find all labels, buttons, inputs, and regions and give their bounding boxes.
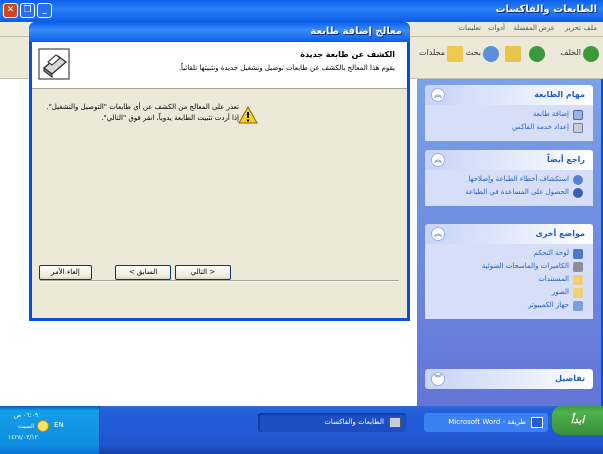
up-folder-icon[interactable] bbox=[505, 46, 521, 62]
panel-title: تفاصيل bbox=[555, 374, 585, 383]
panel-other-places: مواضع أخرى ︽ لوحة التحكم الكاميرات والما… bbox=[425, 224, 593, 319]
minimize-button[interactable]: _ bbox=[37, 3, 52, 18]
wizard-message: تعذر على المعالج من الكشف عن أي طابعات "… bbox=[46, 103, 239, 122]
button-separator bbox=[40, 280, 399, 282]
menu-tools[interactable]: أدوات bbox=[488, 24, 505, 32]
word-icon bbox=[531, 417, 543, 428]
start-button[interactable]: ابدأ bbox=[552, 406, 603, 435]
panel-printer-tasks-header[interactable]: مهام الطابعة ︽ bbox=[425, 85, 593, 105]
wizard-header: الكشف عن طابعة جديدة يقوم هذا المعالج با… bbox=[32, 42, 407, 89]
folder-icon bbox=[573, 275, 583, 285]
panel-body: إضافة طابعة إعداد خدمة الفاكس bbox=[425, 105, 593, 141]
explorer-title: الطابعات والفاكسات bbox=[495, 4, 597, 15]
panel-printer-tasks: مهام الطابعة ︽ إضافة طابعة إعداد خدمة ال… bbox=[425, 85, 593, 141]
pictures-folder-icon bbox=[573, 288, 583, 298]
clock-day[interactable]: السبت bbox=[18, 423, 35, 430]
camera-icon bbox=[573, 262, 583, 272]
taskbar-item-word[interactable]: طريقة - Microsoft Word bbox=[424, 413, 548, 432]
menu-help[interactable]: تعليمات bbox=[458, 24, 481, 32]
back-button-label[interactable]: الخلف bbox=[560, 48, 581, 57]
warning-icon bbox=[238, 106, 258, 124]
panel-see-also-header[interactable]: راجع أيضاً ︽ bbox=[425, 150, 593, 170]
panel-title: مهام الطابعة bbox=[534, 90, 585, 99]
link-label: إضافة طابعة bbox=[532, 110, 569, 118]
taskbar: ٠٦:٠٩ ص السبت ١٤٢٨/٠٣/١٢ EN الطابعات وال… bbox=[0, 406, 603, 454]
panel-body: لوحة التحكم الكاميرات والماسحات الضوئية … bbox=[425, 244, 593, 319]
back-button[interactable]: < السابق bbox=[115, 265, 171, 280]
link-label: جهاز الكمبيوتر bbox=[528, 301, 569, 309]
fax-icon bbox=[573, 123, 583, 133]
explorer-title-bar[interactable]: الطابعات والفاكسات ✕ ❐ _ bbox=[0, 0, 603, 22]
link-label: الصور bbox=[551, 288, 569, 296]
close-button[interactable]: ✕ bbox=[3, 3, 18, 18]
menu-file[interactable]: ملف bbox=[584, 24, 597, 32]
collapse-chevron-icon[interactable]: ︽ bbox=[431, 227, 445, 241]
clock-date[interactable]: ١٤٢٨/٠٣/١٢ bbox=[8, 434, 38, 441]
panel-other-places-header[interactable]: مواضع أخرى ︽ bbox=[425, 224, 593, 244]
panel-title: مواضع أخرى bbox=[535, 229, 585, 238]
task-pane: مهام الطابعة ︽ إضافة طابعة إعداد خدمة ال… bbox=[417, 79, 601, 406]
maximize-button[interactable]: ❐ bbox=[20, 3, 35, 18]
search-icon[interactable] bbox=[483, 46, 499, 62]
link-label: المستندات bbox=[538, 275, 569, 283]
link-label: الكاميرات والماسحات الضوئية bbox=[481, 262, 569, 270]
taskbar-item-label: الطابعات والفاكسات bbox=[324, 418, 384, 426]
menu-favorites[interactable]: المفضلة bbox=[513, 24, 537, 32]
panel-body: استكشاف أخطاء الطباعة وإصلاحها الحصول عل… bbox=[425, 170, 593, 206]
language-indicator[interactable]: EN bbox=[54, 421, 64, 429]
link-my-computer[interactable]: جهاز الكمبيوتر bbox=[429, 300, 585, 313]
link-setup-fax[interactable]: إعداد خدمة الفاكس bbox=[429, 122, 585, 135]
add-printer-wizard-dialog: معالج إضافة طابعة الكشف عن طابعة جديدة ي… bbox=[29, 22, 410, 321]
help-tray-icon[interactable] bbox=[37, 420, 49, 432]
panel-details: تفاصيل ︾ bbox=[425, 369, 593, 389]
link-printing-help[interactable]: الحصول على المساعدة في الطباعة bbox=[429, 187, 585, 200]
taskbar-item-printers[interactable]: الطابعات والفاكسات bbox=[258, 413, 406, 432]
link-scanners-cameras[interactable]: الكاميرات والماسحات الضوئية bbox=[429, 261, 585, 274]
search-button-label[interactable]: بحث bbox=[466, 48, 481, 57]
printer-icon bbox=[38, 48, 70, 80]
link-label: إعداد خدمة الفاكس bbox=[512, 123, 569, 131]
link-label: لوحة التحكم bbox=[533, 249, 569, 257]
folders-button-label[interactable]: مجلدات bbox=[419, 48, 445, 57]
taskbar-item-label: طريقة - Microsoft Word bbox=[448, 418, 526, 426]
add-printer-icon bbox=[573, 110, 583, 120]
collapse-chevron-icon[interactable]: ︽ bbox=[431, 88, 445, 102]
link-pictures[interactable]: الصور bbox=[429, 287, 585, 300]
help-icon bbox=[573, 175, 583, 185]
wizard-title: معالج إضافة طابعة bbox=[310, 26, 402, 37]
collapse-chevron-icon[interactable]: ︽ bbox=[431, 153, 445, 167]
control-panel-icon bbox=[573, 249, 583, 259]
computer-icon bbox=[573, 301, 583, 311]
printer-icon bbox=[389, 417, 401, 428]
link-add-printer[interactable]: إضافة طابعة bbox=[429, 109, 585, 122]
forward-icon[interactable] bbox=[529, 46, 545, 62]
expand-chevron-icon[interactable]: ︾ bbox=[431, 372, 445, 386]
next-button[interactable]: التالي > bbox=[175, 265, 231, 280]
wizard-header-subtitle: يقوم هذا المعالج بالكشف عن طابعات توصيل … bbox=[178, 64, 395, 72]
panel-details-header[interactable]: تفاصيل ︾ bbox=[425, 369, 593, 389]
menu-edit[interactable]: تحرير bbox=[565, 24, 581, 32]
wizard-title-bar[interactable]: معالج إضافة طابعة bbox=[29, 22, 410, 42]
panel-title: راجع أيضاً bbox=[547, 155, 585, 164]
link-control-panel[interactable]: لوحة التحكم bbox=[429, 248, 585, 261]
link-troubleshoot-printing[interactable]: استكشاف أخطاء الطباعة وإصلاحها bbox=[429, 174, 585, 187]
wizard-header-title: الكشف عن طابعة جديدة bbox=[300, 50, 395, 59]
folders-icon[interactable] bbox=[447, 46, 463, 62]
panel-see-also: راجع أيضاً ︽ استكشاف أخطاء الطباعة وإصلا… bbox=[425, 150, 593, 206]
cancel-button[interactable]: إلغاء الأمر bbox=[39, 265, 92, 280]
help-icon bbox=[573, 188, 583, 198]
link-label: الحصول على المساعدة في الطباعة bbox=[465, 188, 569, 196]
clock-time[interactable]: ٠٦:٠٩ ص bbox=[14, 412, 38, 419]
link-label: استكشاف أخطاء الطباعة وإصلاحها bbox=[468, 175, 569, 183]
link-documents[interactable]: المستندات bbox=[429, 274, 585, 287]
menu-view[interactable]: عرض bbox=[538, 24, 555, 32]
system-tray: ٠٦:٠٩ ص السبت ١٤٢٨/٠٣/١٢ EN bbox=[0, 406, 100, 454]
back-icon[interactable] bbox=[583, 46, 599, 62]
